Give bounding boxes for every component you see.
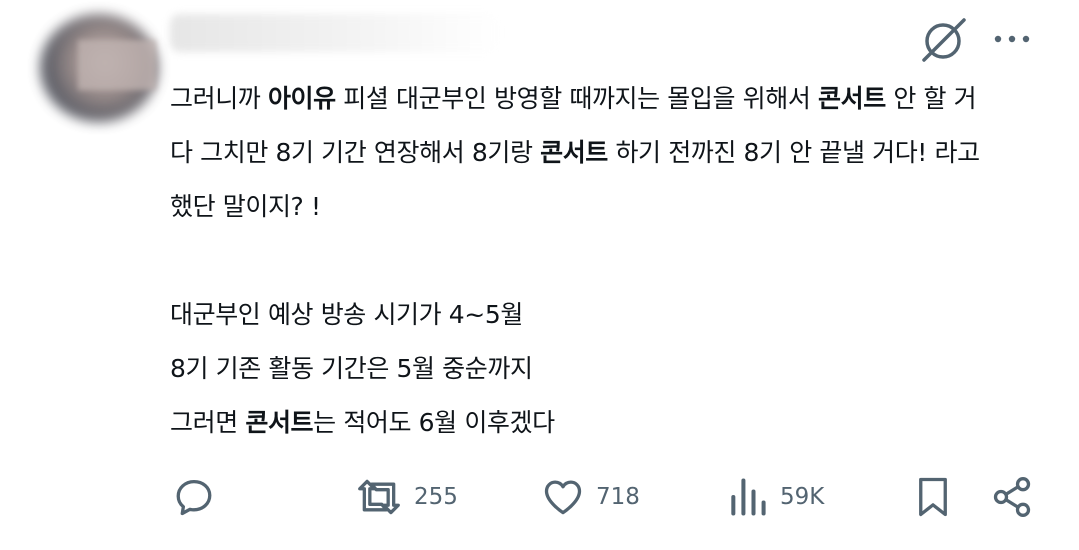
avatar-blur-overlay	[78, 40, 156, 90]
text-segment: 그러니까	[170, 84, 268, 113]
bold-keyword: 아이유	[267, 84, 336, 113]
reply-button[interactable]	[172, 470, 216, 524]
retweet-count: 255	[414, 484, 458, 510]
reply-icon	[176, 479, 212, 516]
bookmark-icon	[919, 477, 947, 517]
views-icon	[731, 478, 766, 516]
tweet-line: 다 그치만 8기 기간 연장해서 8기랑 콘서트 하기 전까진 8기 안 끝낼 …	[170, 126, 1040, 180]
action-bar: 255 718 59K	[0, 470, 1079, 530]
share-button[interactable]	[990, 470, 1034, 524]
text-segment: 했단 말이지? !	[170, 192, 321, 221]
text-segment: 는 적어도 6월 이후겠다	[313, 408, 555, 437]
bold-keyword: 콘서트	[245, 408, 314, 437]
share-icon	[993, 477, 1031, 517]
text-segment: 피셜 대군부인 방영할 때까지는 몰입을 위해서	[335, 84, 818, 113]
bold-keyword: 콘서트	[818, 84, 886, 113]
text-segment: 하기 전까진 8기 안 끝낼 거다! 라고	[607, 138, 980, 167]
tweet-line: 대군부인 예상 방송 시기가 4~5월	[170, 288, 1040, 342]
retweet-button[interactable]: 255	[354, 470, 458, 524]
tweet-line: 했단 말이지? !	[170, 180, 1040, 234]
like-button[interactable]: 718	[540, 470, 640, 524]
tweet-text: 그러니까 아이유 피셜 대군부인 방영할 때까지는 몰입을 위해서 콘서트 안 …	[170, 72, 1040, 450]
author-header-blurred	[170, 14, 500, 52]
retweet-icon	[358, 479, 400, 515]
text-segment: 안 할 거	[885, 84, 977, 113]
text-segment: 그러면	[170, 408, 246, 437]
heart-icon	[544, 480, 582, 515]
tweet-line: 8기 기존 활동 기간은 5월 중순까지	[170, 342, 1040, 396]
like-count: 718	[596, 484, 640, 510]
tweet-line: 그러면 콘서트는 적어도 6월 이후겠다	[170, 396, 1040, 450]
bold-keyword: 콘서트	[540, 138, 608, 167]
text-segment: 대군부인 예상 방송 시기가 4~5월	[170, 300, 523, 329]
more-options-icon[interactable]	[990, 26, 1034, 52]
text-segment: 8기 기존 활동 기간은 5월 중순까지	[170, 354, 533, 383]
bookmark-button[interactable]	[912, 470, 954, 524]
text-segment: 다 그치만 8기 기간 연장해서 8기랑	[170, 138, 541, 167]
views-count: 59K	[780, 484, 825, 510]
tweet-line: 그러니까 아이유 피셜 대군부인 방영할 때까지는 몰입을 위해서 콘서트 안 …	[170, 72, 1040, 126]
views-button[interactable]: 59K	[726, 470, 824, 524]
grok-icon[interactable]	[918, 16, 970, 66]
